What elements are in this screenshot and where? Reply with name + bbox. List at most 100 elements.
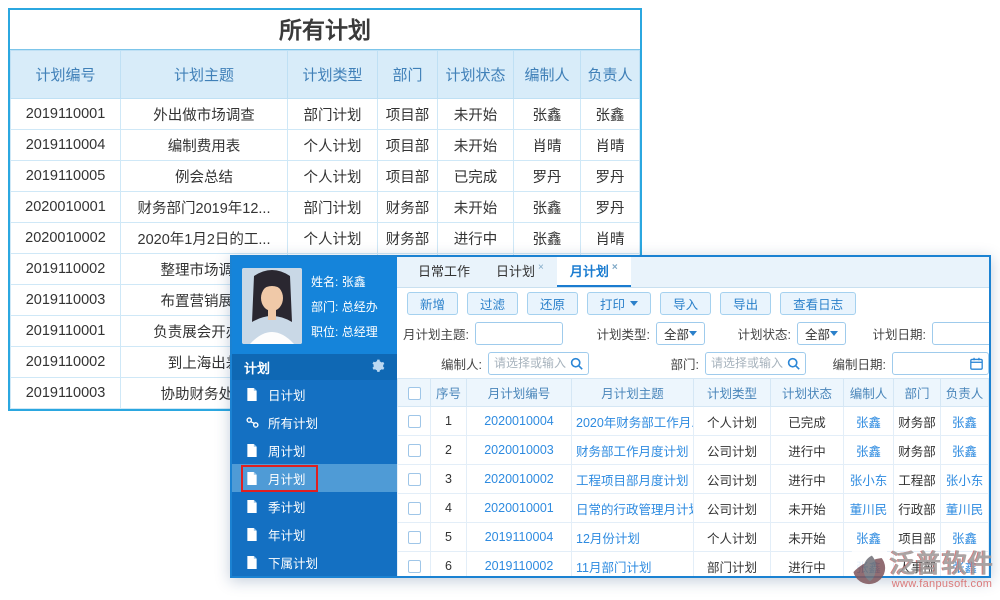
compile-date-from[interactable] — [892, 352, 989, 375]
dept-cell: 工程部 — [894, 465, 941, 494]
tab-日计划[interactable]: 日计划× — [483, 257, 557, 287]
filter-row-1: 月计划主题: 计划类型: 全部 计划状态: 全部 计划日期: — [397, 318, 989, 348]
plan-subject-link[interactable]: 2020年财务部工作月... — [572, 407, 694, 436]
search-icon[interactable] — [570, 357, 583, 370]
sidebar-item-年计划[interactable]: 年计划 — [232, 520, 397, 548]
查看日志-button[interactable]: 查看日志 — [780, 292, 856, 315]
cell: 肖晴 — [581, 130, 640, 161]
row-select-cell[interactable] — [398, 523, 431, 552]
compile-date-from-input[interactable] — [898, 356, 966, 370]
plan-number-link[interactable]: 2020010001 — [467, 494, 572, 523]
plan-subject-link[interactable]: 12月份计划 — [572, 523, 694, 552]
column-header[interactable]: 计划状态 — [771, 379, 844, 407]
plan-number-link[interactable]: 2019110004 — [467, 523, 572, 552]
table-row: 20200100022020年1月2日的工...个人计划财务部进行中张鑫肖晴 — [11, 223, 640, 254]
plan-status-cell: 进行中 — [771, 552, 844, 577]
compiler-link[interactable]: 张鑫 — [844, 523, 894, 552]
过滤-button[interactable]: 过滤 — [467, 292, 518, 315]
sidebar-item-月计划[interactable]: 月计划 — [232, 464, 397, 492]
tab-日常工作[interactable]: 日常工作 — [405, 257, 483, 287]
checkbox[interactable] — [408, 502, 421, 515]
column-header[interactable]: 月计划编号 — [467, 379, 572, 407]
row-select-cell[interactable] — [398, 407, 431, 436]
compiler-link[interactable]: 张鑫 — [844, 552, 894, 577]
filter-row-2: 编制人: 部门: 编制日期: - — [397, 348, 989, 378]
sidebar-item-季计划[interactable]: 季计划 — [232, 492, 397, 520]
row-select-cell[interactable] — [398, 436, 431, 465]
cell: 项目部 — [378, 130, 438, 161]
plan-number-link[interactable]: 2020010002 — [467, 465, 572, 494]
close-icon[interactable]: × — [612, 262, 618, 273]
sidebar-item-周计划[interactable]: 周计划 — [232, 436, 397, 464]
plan-number-link[interactable]: 2020010004 — [467, 407, 572, 436]
type-select[interactable]: 全部 — [656, 322, 705, 345]
tab-label: 日常工作 — [418, 264, 470, 279]
owner-link[interactable]: 张鑫 — [941, 436, 989, 465]
column-header[interactable]: 计划类型 — [694, 379, 771, 407]
close-icon[interactable]: × — [538, 262, 544, 273]
select-all-header[interactable] — [398, 379, 431, 407]
plan-number-link[interactable]: 2019110002 — [467, 552, 572, 577]
cell: 2019110003 — [11, 285, 121, 316]
status-select[interactable]: 全部 — [797, 322, 846, 345]
sidebar-item-所有计划[interactable]: 所有计划 — [232, 408, 397, 436]
profile-name: 姓名: 张鑫 — [311, 270, 378, 295]
dept-search[interactable] — [705, 352, 806, 375]
table-header-row: 序号月计划编号月计划主题计划类型计划状态编制人部门负责人 — [398, 379, 989, 407]
compiler-link[interactable]: 董川民 — [844, 494, 894, 523]
checkbox[interactable] — [408, 531, 421, 544]
tab-月计划[interactable]: 月计划× — [557, 257, 631, 287]
还原-button[interactable]: 还原 — [527, 292, 578, 315]
owner-link[interactable]: 张鑫 — [941, 407, 989, 436]
compiler-input[interactable] — [494, 356, 566, 370]
row-select-cell[interactable] — [398, 552, 431, 577]
checkbox[interactable] — [408, 560, 421, 573]
tab-label: 月计划 — [570, 264, 609, 279]
checkbox[interactable] — [408, 387, 421, 400]
导入-button[interactable]: 导入 — [660, 292, 711, 315]
column-header[interactable]: 编制人 — [844, 379, 894, 407]
compiler-link[interactable]: 张鑫 — [844, 407, 894, 436]
row-select-cell[interactable] — [398, 494, 431, 523]
plan-number-link[interactable]: 2020010003 — [467, 436, 572, 465]
column-header[interactable]: 负责人 — [941, 379, 989, 407]
button-label: 导出 — [733, 294, 758, 313]
checkbox[interactable] — [408, 444, 421, 457]
checkbox[interactable] — [408, 473, 421, 486]
compiler-search[interactable] — [488, 352, 589, 375]
calendar-icon[interactable] — [970, 357, 983, 370]
chevron-down-icon — [630, 301, 638, 306]
profile-info: 姓名: 张鑫 部门: 总经办 职位: 总经理 — [311, 268, 378, 345]
button-label: 过滤 — [480, 294, 505, 313]
gear-icon[interactable] — [371, 359, 385, 375]
column-header[interactable]: 序号 — [431, 379, 467, 407]
打印-button[interactable]: 打印 — [587, 292, 651, 315]
search-icon[interactable] — [787, 357, 800, 370]
owner-link[interactable]: 张鑫 — [941, 552, 989, 577]
owner-link[interactable]: 张小东 — [941, 465, 989, 494]
sidebar-section-plan[interactable]: 计划 — [232, 354, 397, 380]
row-select-cell[interactable] — [398, 465, 431, 494]
plan-subject-link[interactable]: 11月部门计划 — [572, 552, 694, 577]
compiler-link[interactable]: 张小东 — [844, 465, 894, 494]
plan-subject-link[interactable]: 财务部工作月度计划 — [572, 436, 694, 465]
cell: 2019110004 — [11, 130, 121, 161]
新增-button[interactable]: 新增 — [407, 292, 458, 315]
owner-link[interactable]: 董川民 — [941, 494, 989, 523]
sidebar-item-日计划[interactable]: 日计划 — [232, 380, 397, 408]
column-header[interactable]: 部门 — [894, 379, 941, 407]
checkbox[interactable] — [408, 415, 421, 428]
owner-link[interactable]: 张鑫 — [941, 523, 989, 552]
toolbar: 新增 过滤 还原打印导入 导出 查看日志 — [397, 288, 989, 318]
sidebar-item-下属计划[interactable]: 下属计划 — [232, 548, 397, 576]
导出-button[interactable]: 导出 — [720, 292, 771, 315]
compiler-label: 编制人: — [397, 354, 488, 373]
plan-date-input[interactable] — [932, 322, 989, 345]
column-header[interactable]: 月计划主题 — [572, 379, 694, 407]
dept-input[interactable] — [711, 356, 783, 370]
column-header: 负责人 — [581, 51, 640, 99]
compiler-link[interactable]: 张鑫 — [844, 436, 894, 465]
plan-subject-link[interactable]: 工程项目部月度计划 — [572, 465, 694, 494]
subject-input[interactable] — [475, 322, 563, 345]
plan-subject-link[interactable]: 日常的行政管理月计划 — [572, 494, 694, 523]
